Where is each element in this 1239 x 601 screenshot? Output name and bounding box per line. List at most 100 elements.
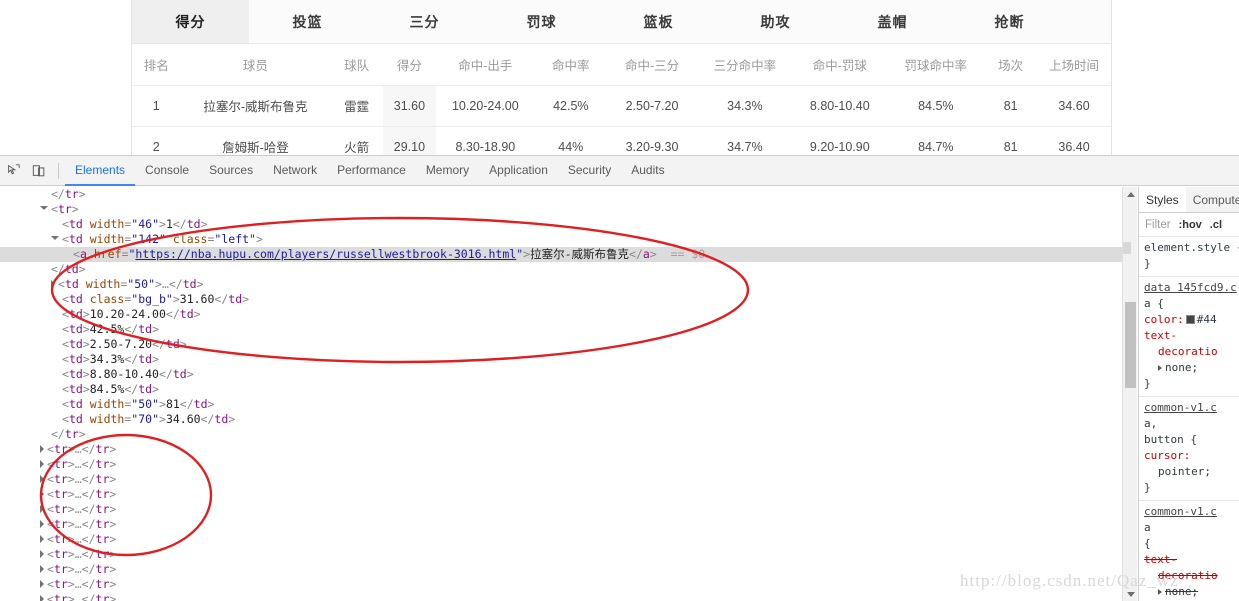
tab-free-throws[interactable]: 罚球	[483, 0, 600, 43]
style-rule[interactable]: common-v1.ca{text-decorationone;}	[1139, 501, 1239, 601]
expand-arrow-icon[interactable]	[1158, 588, 1162, 595]
dom-line-tr-collapsed[interactable]: <tr>…</tr>	[0, 472, 1122, 487]
tab-three-pointers[interactable]: 三分	[366, 0, 483, 43]
styles-filter-input[interactable]: Filter	[1145, 219, 1171, 231]
tab-rebounds[interactable]: 篮板	[600, 0, 717, 43]
dom-line-td-with-text[interactable]: <td width="50">81</td>	[0, 397, 1122, 412]
color-swatch[interactable]	[1185, 315, 1195, 324]
dom-line-td-plain[interactable]: <td>2.50-7.20</td>	[0, 337, 1122, 352]
collapse-arrow-icon[interactable]	[40, 475, 44, 483]
style-declaration[interactable]: text-	[1144, 328, 1234, 344]
style-source-link[interactable]: data 145fcd9.c	[1144, 280, 1237, 296]
style-declaration[interactable]: decoratio	[1144, 344, 1234, 360]
dom-line-tr-collapsed[interactable]: <tr>…</tr>	[0, 442, 1122, 457]
tab-computed[interactable]: Compute	[1186, 187, 1239, 212]
style-selector[interactable]: element.style {	[1144, 240, 1239, 256]
scrollbar-thumb[interactable]	[1125, 302, 1136, 388]
expand-arrow-icon[interactable]	[51, 235, 59, 244]
cell-minutes: 36.40	[1037, 126, 1111, 155]
tab-field-goals[interactable]: 投篮	[249, 0, 366, 43]
dom-line-tr-collapsed[interactable]: <tr>…</tr>	[0, 577, 1122, 592]
tab-styles[interactable]: Styles	[1139, 187, 1186, 212]
collapse-arrow-icon[interactable]	[40, 490, 44, 498]
tab-security[interactable]: Security	[558, 156, 621, 186]
collapse-arrow-icon[interactable]	[51, 280, 55, 288]
cell-ft-pct: 84.7%	[887, 126, 985, 155]
cell-player-link[interactable]: 拉塞尔-威斯布鲁克	[180, 85, 331, 127]
filter-hov-button[interactable]: :hov	[1179, 219, 1202, 231]
dom-line-td-collapsed[interactable]: <td width="50">…</td>	[0, 277, 1122, 292]
style-rule[interactable]: element.style {}	[1139, 237, 1239, 277]
dom-line-close-tag[interactable]: </td>	[0, 262, 1122, 277]
tab-blocks[interactable]: 盖帽	[834, 0, 951, 43]
dom-line-anchor-selected[interactable]: <a href="https://nba.hupu.com/players/ru…	[0, 247, 1122, 262]
dom-tree-scrollbar[interactable]	[1122, 187, 1137, 601]
tab-sources[interactable]: Sources	[199, 156, 263, 186]
dom-line-close-tag[interactable]: </tr>	[0, 427, 1122, 442]
dom-line-tr-collapsed[interactable]: <tr>…</tr>	[0, 592, 1122, 601]
collapse-arrow-icon[interactable]	[40, 535, 44, 543]
collapse-arrow-icon[interactable]	[40, 460, 44, 468]
dom-line-td-plain[interactable]: <td>8.80-10.40</td>	[0, 367, 1122, 382]
tab-steals[interactable]: 抢断	[951, 0, 1068, 43]
style-rule[interactable]: data 145fcd9.c a {color: #44 text-decoratio…	[1139, 277, 1239, 397]
tab-application[interactable]: Application	[479, 156, 558, 186]
style-selector[interactable]: a	[1144, 520, 1234, 536]
style-declaration[interactable]: decoratio	[1144, 568, 1234, 584]
dom-line-tr-open[interactable]: <tr>	[0, 202, 1122, 217]
style-rule-close: }	[1144, 377, 1151, 390]
dom-line-td-class[interactable]: <td class="bg_b">31.60</td>	[0, 292, 1122, 307]
filter-cls-button[interactable]: .cl	[1210, 219, 1222, 231]
style-declaration[interactable]: none;	[1144, 360, 1234, 376]
dom-line-tr-collapsed[interactable]: <tr>…</tr>	[0, 457, 1122, 472]
style-declaration[interactable]: pointer;	[1144, 464, 1234, 480]
collapse-arrow-icon[interactable]	[40, 565, 44, 573]
cell-player-link[interactable]: 詹姆斯-哈登	[180, 126, 331, 155]
style-selector[interactable]: a {	[1144, 296, 1234, 312]
dom-line-td-open[interactable]: <td width="142" class="left">	[0, 232, 1122, 247]
dom-line-close-tag[interactable]: </tr>	[0, 187, 1122, 202]
tab-assists[interactable]: 助攻	[717, 0, 834, 43]
collapse-arrow-icon[interactable]	[40, 550, 44, 558]
tab-performance[interactable]: Performance	[327, 156, 416, 186]
style-source-link[interactable]: common-v1.c	[1144, 400, 1234, 416]
inspect-element-icon[interactable]	[0, 158, 26, 184]
dom-line-td-with-text[interactable]: <td width="70">34.60</td>	[0, 412, 1122, 427]
dom-line-tr-collapsed[interactable]: <tr>…</tr>	[0, 547, 1122, 562]
device-toolbar-icon[interactable]	[26, 158, 52, 184]
tab-points[interactable]: 得分	[132, 0, 249, 43]
style-rule[interactable]: common-v1.c a, button {cursor: pointer;}	[1139, 397, 1239, 501]
style-selector[interactable]: a,	[1144, 416, 1234, 432]
collapse-arrow-icon[interactable]	[40, 580, 44, 588]
tab-elements[interactable]: Elements	[65, 156, 136, 186]
collapse-arrow-icon[interactable]	[40, 520, 44, 528]
dom-line-td-plain[interactable]: <td>84.5%</td>	[0, 382, 1122, 397]
dom-line-td-plain[interactable]: <td>10.20-24.00</td>	[0, 307, 1122, 322]
style-declaration[interactable]: color: #44	[1144, 312, 1234, 328]
collapse-arrow-icon[interactable]	[40, 595, 44, 601]
style-declaration[interactable]: none;	[1144, 584, 1234, 600]
tab-network[interactable]: Network	[263, 156, 327, 186]
dom-line-tr-collapsed[interactable]: <tr>…</tr>	[0, 517, 1122, 532]
dom-line-td-with-text[interactable]: <td width="46">1</td>	[0, 217, 1122, 232]
expand-arrow-icon[interactable]	[1158, 364, 1162, 371]
collapse-arrow-icon[interactable]	[40, 445, 44, 453]
tab-audits[interactable]: Audits	[621, 156, 674, 186]
dom-line-tr-collapsed[interactable]: <tr>…</tr>	[0, 562, 1122, 577]
dom-line-tr-collapsed[interactable]: <tr>…</tr>	[0, 502, 1122, 517]
dom-line-tr-collapsed[interactable]: <tr>…</tr>	[0, 532, 1122, 547]
dom-line-td-plain[interactable]: <td>42.5%</td>	[0, 322, 1122, 337]
expand-arrow-icon[interactable]	[40, 205, 48, 214]
style-source-link[interactable]: common-v1.c	[1144, 504, 1234, 520]
scroll-down-arrow-icon[interactable]	[1123, 587, 1138, 601]
style-declaration[interactable]: cursor:	[1144, 448, 1234, 464]
dom-line-tr-collapsed[interactable]: <tr>…</tr>	[0, 487, 1122, 502]
dom-line-td-plain[interactable]: <td>34.3%</td>	[0, 352, 1122, 367]
scroll-up-arrow-icon[interactable]	[1123, 187, 1138, 202]
tab-console[interactable]: Console	[135, 156, 199, 186]
style-selector-cont: button {	[1144, 433, 1197, 446]
collapse-arrow-icon[interactable]	[40, 505, 44, 513]
dom-tree-pane[interactable]: </tr> <tr> <td width="46">1</td> <td width=…	[0, 187, 1122, 601]
tab-memory[interactable]: Memory	[416, 156, 479, 186]
style-declaration[interactable]: text-	[1144, 552, 1234, 568]
